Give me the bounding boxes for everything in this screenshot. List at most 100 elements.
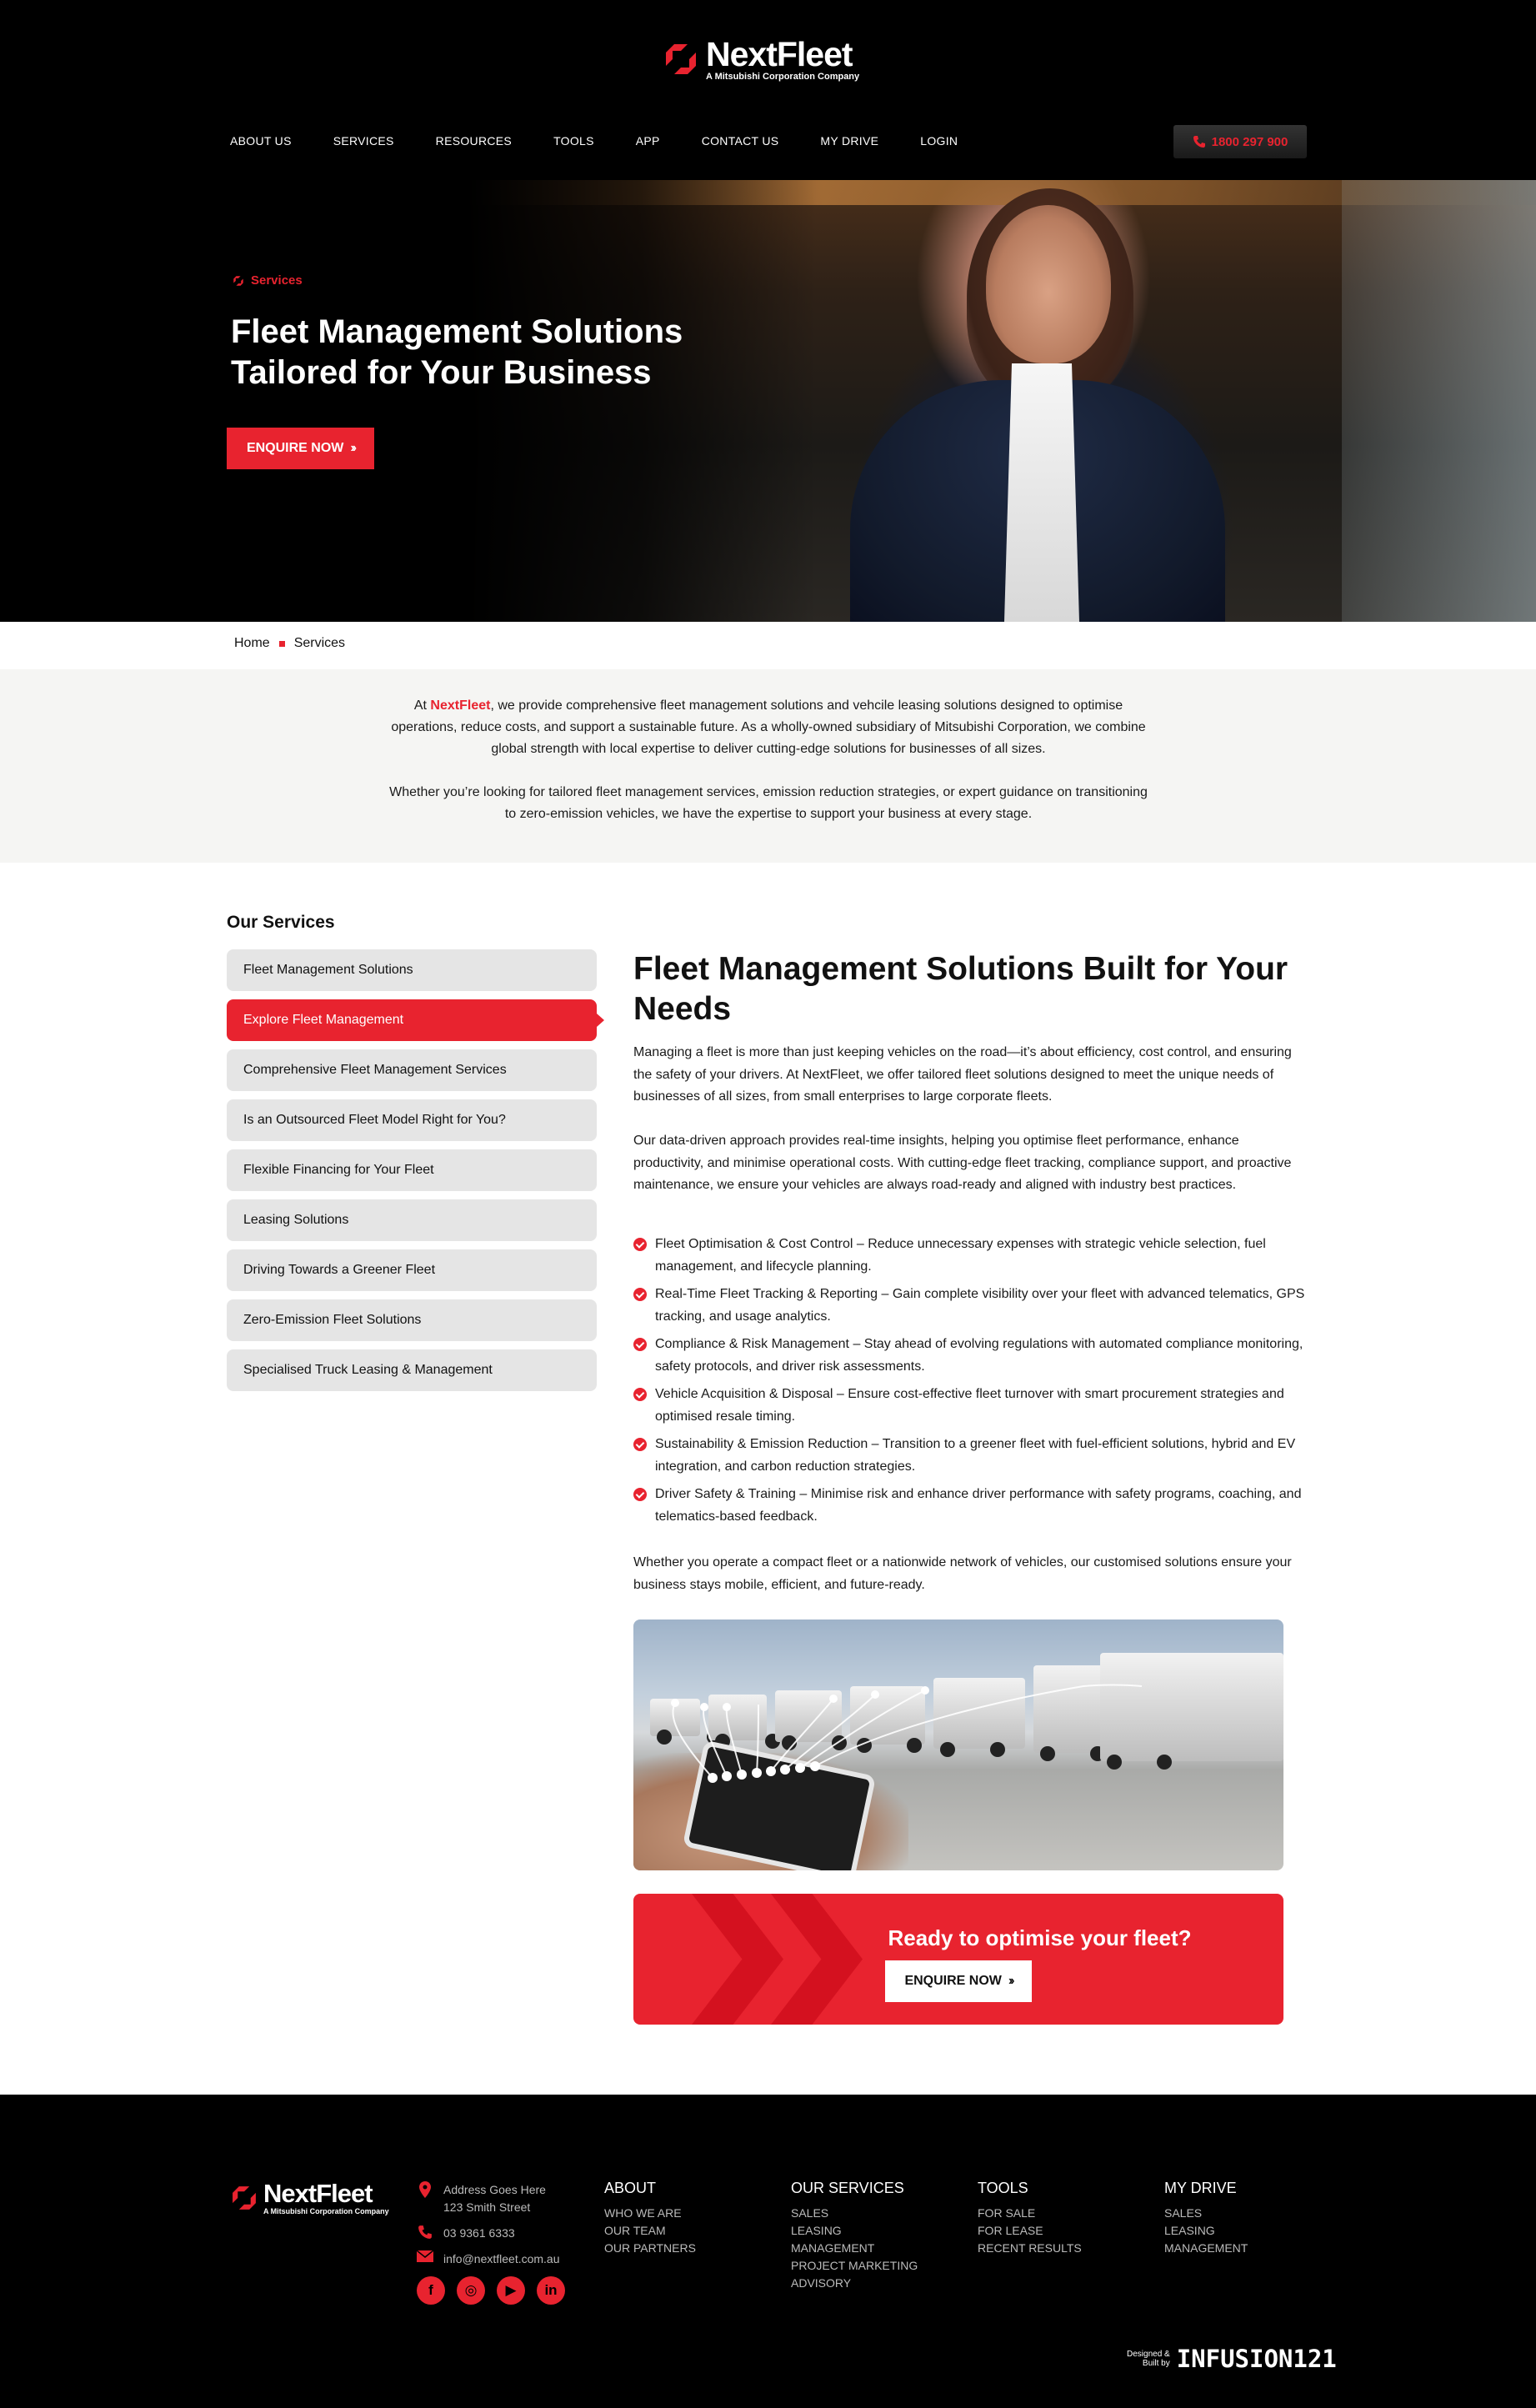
youtube-icon[interactable]: ▶ <box>497 2276 525 2305</box>
hero-photo-shirt <box>1004 363 1079 622</box>
footer-phone[interactable]: 03 9361 6333 <box>417 2225 577 2242</box>
intro-section: At NextFleet, we provide comprehensive f… <box>0 669 1536 863</box>
hero-tag: Services <box>233 273 303 288</box>
nav-login[interactable]: LOGIN <box>920 134 958 148</box>
built-by-label: Designed & Built by <box>1127 2350 1170 2368</box>
email-icon <box>417 2250 433 2262</box>
footer-link[interactable]: OUR TEAM <box>604 2222 696 2240</box>
nav-services[interactable]: SERVICES <box>333 134 394 148</box>
breadcrumb-separator <box>278 640 285 647</box>
feature-text: Sustainability & Emission Reduction – Tr… <box>655 1437 1296 1474</box>
breadcrumb-home[interactable]: Home <box>234 636 270 651</box>
feature-text: Vehicle Acquisition & Disposal – Ensure … <box>655 1387 1284 1424</box>
main-paragraph-2: Our data-driven approach provides real-t… <box>633 1134 1292 1192</box>
phone-number: 1800 297 900 <box>1211 134 1288 149</box>
linkedin-icon[interactable]: in <box>537 2276 565 2305</box>
location-pin-icon <box>417 2181 433 2198</box>
service-item[interactable]: Fleet Management Solutions <box>227 949 597 991</box>
intro-brand-name: NextFleet <box>430 698 491 713</box>
footer-link[interactable]: SALES <box>1164 2205 1248 2222</box>
service-item[interactable]: Leasing Solutions <box>227 1199 597 1241</box>
footer-logo[interactable]: NextFleet A Mitsubishi Corporation Compa… <box>230 2180 389 2215</box>
site-footer: NextFleet A Mitsubishi Corporation Compa… <box>0 2095 1536 2408</box>
footer-logo-tagline: A Mitsubishi Corporation Company <box>263 2207 389 2215</box>
hero-tag-label: Services <box>251 273 303 288</box>
nav-my-drive[interactable]: MY DRIVE <box>820 134 878 148</box>
nav-app[interactable]: APP <box>636 134 660 148</box>
nextfleet-logo[interactable]: NextFleet A Mitsubishi Corporation Compa… <box>663 37 859 82</box>
feature-item: Vehicle Acquisition & Disposal – Ensure … <box>633 1384 1308 1428</box>
check-circle-icon <box>633 1488 647 1501</box>
footer-link[interactable]: LEASING <box>1164 2222 1248 2240</box>
double-chevron-icon: ›› <box>1008 1974 1014 1988</box>
facebook-icon[interactable]: f <box>417 2276 445 2305</box>
check-circle-icon <box>633 1238 647 1251</box>
footer-link[interactable]: FOR LEASE <box>978 2222 1082 2240</box>
address-line-1: Address Goes Here <box>443 2183 546 2196</box>
footer-link[interactable]: RECENT RESULTS <box>978 2240 1082 2257</box>
feature-item: Real-Time Fleet Tracking & Reporting – G… <box>633 1284 1308 1328</box>
footer-logo-name: NextFleet <box>263 2179 373 2208</box>
double-chevron-icon: ›› <box>350 441 356 455</box>
service-item-active[interactable]: Explore Fleet Management <box>227 999 604 1041</box>
footer-link[interactable]: MANAGEMENT <box>791 2240 918 2257</box>
service-item[interactable]: Driving Towards a Greener Fleet <box>227 1249 597 1291</box>
footer-link[interactable]: SALES <box>791 2205 918 2222</box>
check-circle-icon <box>633 1438 647 1451</box>
footer-column-heading: ABOUT <box>604 2180 657 2196</box>
footer-link[interactable]: MANAGEMENT <box>1164 2240 1248 2257</box>
footer-email[interactable]: info@nextfleet.com.au <box>417 2250 577 2268</box>
cta-enquire-label: ENQUIRE NOW <box>904 1974 1002 1988</box>
logo-name: NextFleet <box>706 35 853 73</box>
footer-link[interactable]: LEASING <box>791 2222 918 2240</box>
built-by-credit[interactable]: Designed & Built by INFUSION121 <box>1127 2345 1337 2373</box>
main-title: Fleet Management Solutions Built for You… <box>633 951 1288 1027</box>
phone-icon <box>1193 136 1205 148</box>
footer-link[interactable]: PROJECT MARKETING <box>791 2257 918 2275</box>
footer-address: Address Goes Here 123 Smith Street <box>417 2181 577 2216</box>
hero-banner: Services Fleet Management Solutions Tail… <box>0 180 1536 622</box>
cta-enquire-button[interactable]: ENQUIRE NOW ›› <box>885 1960 1032 2002</box>
cta-arrow-decoration <box>771 1894 863 2025</box>
nav-resources[interactable]: RESOURCES <box>436 134 512 148</box>
service-item[interactable]: Comprehensive Fleet Management Services <box>227 1049 597 1091</box>
footer-link[interactable]: FOR SALE <box>978 2205 1082 2222</box>
intro-p1-text: , we provide comprehensive fleet managem… <box>391 698 1146 756</box>
address-line-2: 123 Smith Street <box>443 2200 531 2214</box>
service-item[interactable]: Specialised Truck Leasing & Management <box>227 1349 597 1391</box>
footer-email-text: info@nextfleet.com.au <box>443 2252 560 2265</box>
feature-item: Fleet Optimisation & Cost Control – Redu… <box>633 1234 1308 1278</box>
footer-address-text: Address Goes Here 123 Smith Street <box>443 2181 546 2216</box>
nav-contact-us[interactable]: CONTACT US <box>702 134 779 148</box>
footer-column-about: ABOUT WHO WE ARE OUR TEAM OUR PARTNERS <box>604 2180 696 2257</box>
logo-tagline: A Mitsubishi Corporation Company <box>706 72 860 82</box>
instagram-icon[interactable]: ◎ <box>457 2276 485 2305</box>
footer-column-tools: TOOLS FOR SALE FOR LEASE RECENT RESULTS <box>978 2180 1082 2257</box>
footer-column-heading: OUR SERVICES <box>791 2180 904 2196</box>
footer-link[interactable]: OUR PARTNERS <box>604 2240 696 2257</box>
fleet-tracking-image <box>633 1620 1283 1870</box>
nav-about-us[interactable]: ABOUT US <box>230 134 292 148</box>
feature-text: Compliance & Risk Management – Stay ahea… <box>655 1337 1303 1374</box>
services-list: Fleet Management Solutions Explore Fleet… <box>227 949 604 1399</box>
intro-paragraph-1: At NextFleet, we provide comprehensive f… <box>385 695 1152 760</box>
footer-link[interactable]: WHO WE ARE <box>604 2205 696 2222</box>
service-item[interactable]: Flexible Financing for Your Fleet <box>227 1149 597 1191</box>
footer-column-heading: MY DRIVE <box>1164 2180 1237 2196</box>
phone-button[interactable]: 1800 297 900 <box>1173 125 1307 158</box>
hero-enquire-button[interactable]: ENQUIRE NOW ›› <box>227 428 374 469</box>
check-circle-icon <box>633 1338 647 1351</box>
intro-p1-prefix: At <box>413 698 431 713</box>
nav-tools[interactable]: TOOLS <box>553 134 594 148</box>
cta-title: Ready to optimise your fleet? <box>888 1925 1192 1950</box>
cta-arrow-decoration <box>692 1894 783 2025</box>
cta-banner: Ready to optimise your fleet? ENQUIRE NO… <box>633 1894 1283 2025</box>
footer-column-my-drive: MY DRIVE SALES LEASING MANAGEMENT <box>1164 2180 1248 2257</box>
features-list: Fleet Optimisation & Cost Control – Redu… <box>633 1234 1308 1534</box>
service-item[interactable]: Zero-Emission Fleet Solutions <box>227 1299 597 1341</box>
hero-photo-fade <box>467 180 817 622</box>
hero-photo-face <box>986 205 1111 363</box>
footer-link[interactable]: ADVISORY <box>791 2275 918 2292</box>
feature-item: Driver Safety & Training – Minimise risk… <box>633 1484 1308 1528</box>
service-item[interactable]: Is an Outsourced Fleet Model Right for Y… <box>227 1099 597 1141</box>
